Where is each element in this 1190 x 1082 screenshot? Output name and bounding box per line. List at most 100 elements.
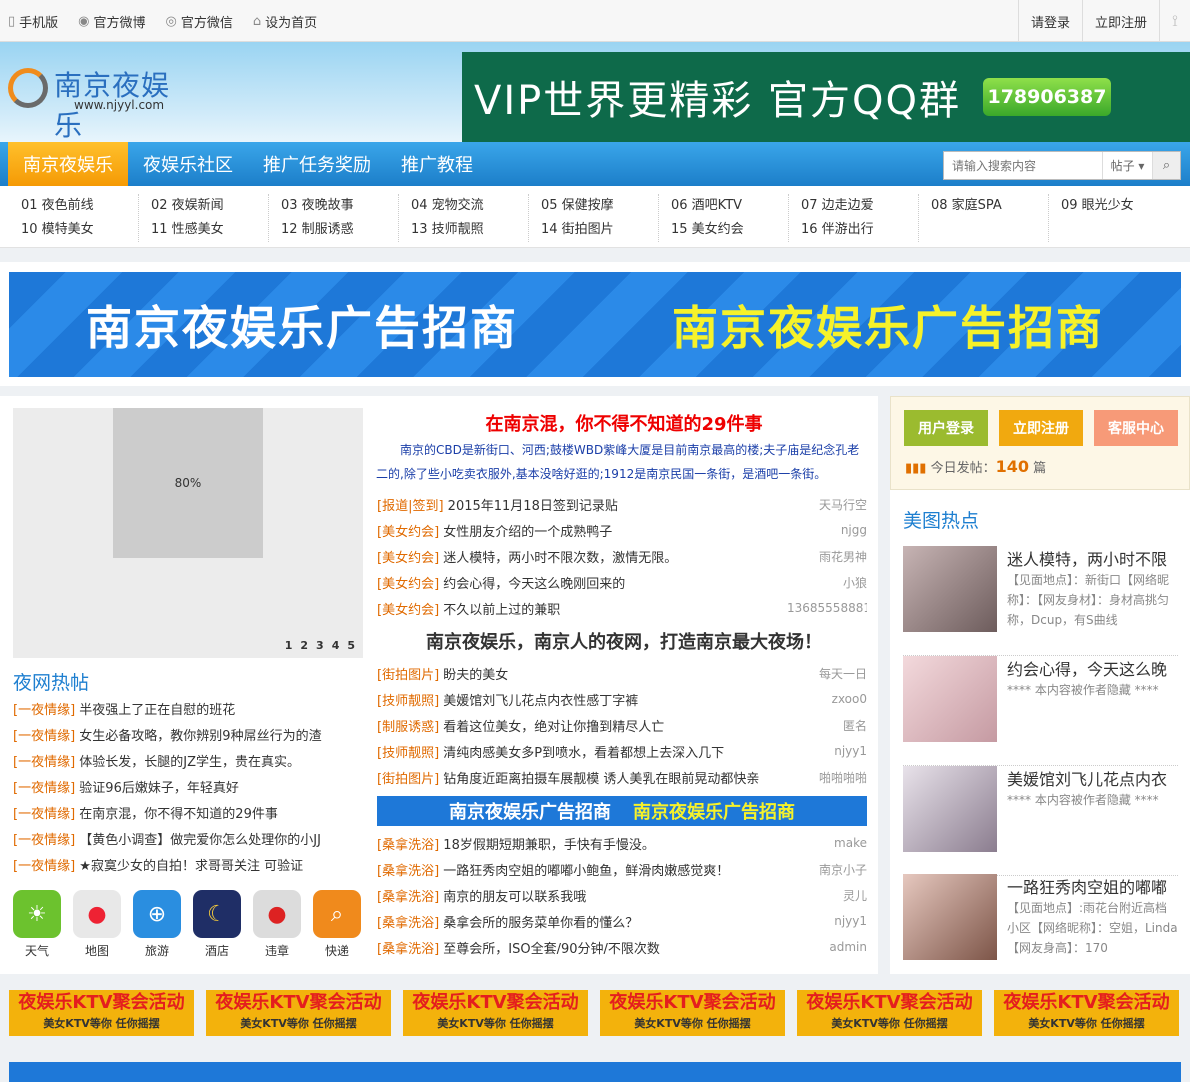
post-title[interactable]: 清纯肉感美女多P到喷水，看着都想上去深入几下	[443, 746, 724, 761]
post-title[interactable]: 南京的朋友可以联系我哦	[443, 890, 586, 905]
category-link[interactable]: 12 制服诱惑	[269, 218, 398, 242]
post-title[interactable]: 至尊会所，ISO全套/90分钟/不限次数	[443, 942, 660, 957]
table-row[interactable]: [技师靓照] 美媛馆刘飞儿花点内衣性感丁字裤 zxoo0	[377, 686, 867, 712]
nav-item-home[interactable]: 南京夜娱乐	[8, 142, 128, 186]
post-tag[interactable]: [技师靓照]	[377, 694, 439, 709]
category-link[interactable]: 15 美女约会	[659, 218, 788, 242]
post-author[interactable]: 天马行空	[787, 496, 867, 513]
list-item[interactable]: [一夜情缘] 验证96后嫩妹子，年轻真好	[13, 776, 363, 802]
post-tag[interactable]: [美女约会]	[377, 525, 439, 540]
slide-page[interactable]: 3	[316, 639, 324, 652]
slide-page[interactable]: 5	[347, 639, 355, 652]
table-row[interactable]: [美女约会] 女性朋友介绍的一个成熟鸭子 njgg	[377, 517, 867, 543]
category-link[interactable]: 07 边走边爱	[789, 194, 918, 218]
post-tag[interactable]: [制服诱惑]	[377, 720, 439, 735]
category-link[interactable]: 03 夜晚故事	[269, 194, 398, 218]
post-title[interactable]: 桑拿会所的服务菜单你看的懂么？	[443, 916, 638, 931]
table-row[interactable]: [街拍图片] 钻角度近距离拍摄车展靓模 诱人美乳在眼前晃动都快亲 啪啪啪啪	[377, 764, 867, 790]
customer-service-button[interactable]: 客服中心	[1094, 410, 1178, 446]
thumbnail-image[interactable]	[903, 874, 997, 960]
thumbnail-image[interactable]	[903, 656, 997, 742]
category-link[interactable]: 09 眼光少女	[1049, 194, 1179, 218]
post-tag[interactable]: [美女约会]	[377, 551, 439, 566]
post-title[interactable]: 迷人模特，两小时不限次数，激情无限。	[443, 551, 677, 566]
login-link[interactable]: 请登录	[1018, 0, 1082, 42]
table-row[interactable]: [桑拿洗浴] 桑拿会所的服务菜单你看的懂么？ njyy1	[377, 908, 867, 934]
search-input[interactable]	[944, 152, 1102, 179]
post-author[interactable]: njgg	[787, 523, 867, 537]
post-tag[interactable]: [桑拿洗浴]	[377, 942, 439, 957]
category-link[interactable]: 05 保健按摩	[529, 194, 658, 218]
post-tag[interactable]: [桑拿洗浴]	[377, 890, 439, 905]
category-link[interactable]: 13 技师靓照	[399, 218, 528, 242]
rss-icon[interactable]: ⟟	[1159, 0, 1190, 42]
table-row[interactable]: [技师靓照] 清纯肉感美女多P到喷水，看着都想上去深入几下 njyy1	[377, 738, 867, 764]
post-tag[interactable]: [一夜情缘]	[13, 807, 75, 822]
category-link[interactable]: 11 性感美女	[139, 218, 268, 242]
list-item[interactable]: 迷人模特，两小时不限 【见面地点】：新街口【网络昵称】：【网友身材】：身材高挑匀…	[903, 546, 1178, 656]
post-title[interactable]: 不久以前上过的兼职	[443, 603, 560, 618]
post-author[interactable]: 匿名	[787, 717, 867, 734]
list-item[interactable]: [一夜情缘] 体验长发，长腿的JZ学生，贵在真实。	[13, 750, 363, 776]
thumbnail-image[interactable]	[903, 546, 997, 632]
slide-page[interactable]: 2	[300, 639, 308, 652]
post-title[interactable]: 验证96后嫩妹子，年轻真好	[79, 781, 239, 796]
post-author[interactable]: 南京小子	[787, 861, 867, 878]
post-author[interactable]: 每天一日	[787, 665, 867, 682]
post-title[interactable]: 约会心得，今天这么晚刚回来的	[443, 577, 625, 592]
post-author[interactable]: 13685558881	[787, 601, 867, 615]
post-title[interactable]: 2015年11月18日签到记录贴	[448, 499, 618, 514]
post-tag[interactable]: [技师靓照]	[377, 746, 439, 761]
post-title[interactable]: 半夜强上了正在自慰的班花	[79, 703, 235, 718]
post-tag[interactable]: [报道|签到]	[377, 499, 444, 514]
user-login-button[interactable]: 用户登录	[904, 410, 988, 446]
list-item[interactable]: 美媛馆刘飞儿花点内衣 **** 本内容被作者隐藏 ****	[903, 766, 1178, 876]
search-button[interactable]: ⌕	[1152, 152, 1180, 179]
mei-item-title[interactable]: 美媛馆刘飞儿花点内衣	[1007, 766, 1177, 790]
thumbnail-image[interactable]	[903, 766, 997, 852]
mei-item-title[interactable]: 迷人模特，两小时不限	[1007, 546, 1177, 570]
mei-item-title[interactable]: 一路狂秀肉空姐的嘟嘟	[1007, 874, 1177, 898]
post-title[interactable]: 美媛馆刘飞儿花点内衣性感丁字裤	[443, 694, 638, 709]
ktv-ad[interactable]: 夜娱乐KTV聚会活动 美女KTV等你 任你摇摆	[403, 990, 588, 1036]
site-logo[interactable]: 南京夜娱乐 www.njyyl.com	[8, 64, 198, 142]
slideshow[interactable]: 80% 1 2 3 4 5	[13, 408, 363, 658]
post-author[interactable]: 雨花男神	[787, 548, 867, 565]
post-tag[interactable]: [街拍图片]	[377, 772, 439, 787]
post-author[interactable]: njyy1	[787, 744, 867, 758]
ad-banner[interactable]: 南京夜娱乐广告招商 南京夜娱乐广告招商	[9, 272, 1181, 377]
headline-title[interactable]: 在南京混，你不得不知道的29件事	[370, 410, 878, 436]
post-author[interactable]: 啪啪啪啪	[787, 769, 867, 786]
nav-item-community[interactable]: 夜娱乐社区	[128, 142, 248, 186]
post-author[interactable]: admin	[787, 940, 867, 954]
headline-summary[interactable]: 南京的CBD是新街口、河西;鼓楼WBD紫峰大厦是目前南京最高的楼;夫子庙是纪念孔…	[376, 438, 870, 486]
post-tag[interactable]: [桑拿洗浴]	[377, 864, 439, 879]
list-item[interactable]: [一夜情缘] 女生必备攻略，教你辨别9种屌丝行为的渣	[13, 724, 363, 750]
app-travel[interactable]: ⊕ 旅游	[133, 890, 181, 959]
user-register-button[interactable]: 立即注册	[999, 410, 1083, 446]
category-link[interactable]: 01 夜色前线	[9, 194, 138, 218]
bottom-banner[interactable]	[9, 1062, 1181, 1082]
list-item[interactable]: [一夜情缘] 【黄色小调查】做完爱你怎么处理你的小JJ	[13, 828, 363, 854]
category-link[interactable]: 04 宠物交流	[399, 194, 528, 218]
nav-item-rewards[interactable]: 推广任务奖励	[248, 142, 386, 186]
ktv-ad[interactable]: 夜娱乐KTV聚会活动 美女KTV等你 任你摇摆	[797, 990, 982, 1036]
table-row[interactable]: [桑拿洗浴] 至尊会所，ISO全套/90分钟/不限次数 admin	[377, 934, 867, 960]
ktv-ad[interactable]: 夜娱乐KTV聚会活动 美女KTV等你 任你摇摆	[994, 990, 1179, 1036]
post-author[interactable]: 灵儿	[787, 887, 867, 904]
table-row[interactable]: [美女约会] 迷人模特，两小时不限次数，激情无限。 雨花男神	[377, 543, 867, 569]
post-title[interactable]: 18岁假期短期兼职，手快有手慢没。	[443, 838, 655, 853]
list-item[interactable]: 一路狂秀肉空姐的嘟嘟 【见面地点】:雨花台附近高档小区【网络昵称】：空姐，Lin…	[903, 874, 1178, 984]
post-tag[interactable]: [一夜情缘]	[13, 833, 75, 848]
post-tag[interactable]: [美女约会]	[377, 603, 439, 618]
slide-page[interactable]: 1	[285, 639, 293, 652]
post-title[interactable]: 【黄色小调查】做完爱你怎么处理你的小JJ	[79, 833, 321, 848]
table-row[interactable]: [桑拿洗浴] 南京的朋友可以联系我哦 灵儿	[377, 882, 867, 908]
post-author[interactable]: zxoo0	[787, 692, 867, 706]
post-tag[interactable]: [一夜情缘]	[13, 703, 75, 718]
post-title[interactable]: 钻角度近距离拍摄车展靓模 诱人美乳在眼前晃动都快亲	[443, 772, 759, 787]
ktv-ad[interactable]: 夜娱乐KTV聚会活动 美女KTV等你 任你摇摆	[206, 990, 391, 1036]
register-link[interactable]: 立即注册	[1082, 0, 1159, 42]
post-title[interactable]: 女生必备攻略，教你辨别9种屌丝行为的渣	[79, 729, 321, 744]
post-tag[interactable]: [一夜情缘]	[13, 755, 75, 770]
